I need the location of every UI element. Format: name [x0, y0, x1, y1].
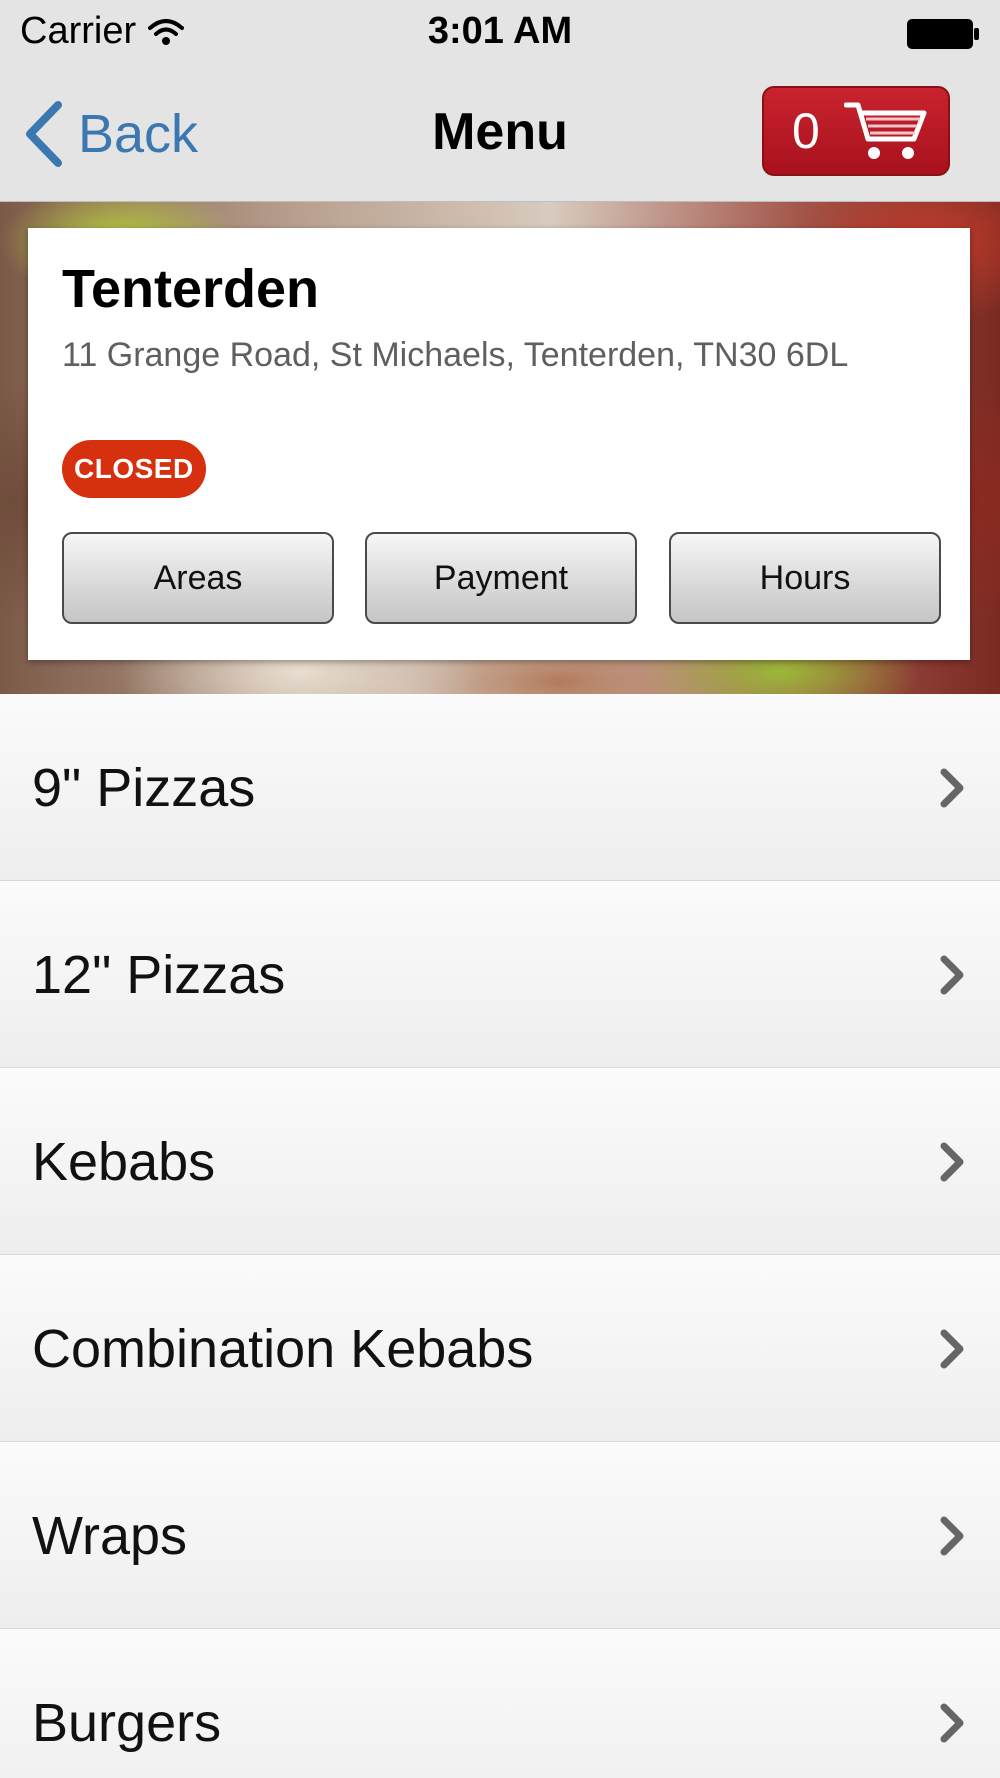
menu-item-label: Burgers	[32, 1692, 222, 1753]
back-button[interactable]: Back	[24, 96, 198, 172]
chevron-right-icon	[940, 1703, 964, 1743]
menu-item-9-pizzas[interactable]: 9" Pizzas	[0, 694, 1000, 881]
hours-button[interactable]: Hours	[669, 532, 941, 624]
status-time: 3:01 AM	[427, 10, 573, 52]
menu-item-12-pizzas[interactable]: 12" Pizzas	[0, 881, 1000, 1068]
menu-item-burgers[interactable]: Burgers	[0, 1629, 1000, 1778]
chevron-left-icon	[26, 101, 62, 167]
store-hero-image: Tenterden 11 Grange Road, St Michaels, T…	[0, 202, 1000, 694]
chevron-right-icon	[940, 1516, 964, 1556]
chevron-right-icon	[940, 955, 964, 995]
menu-item-wraps[interactable]: Wraps	[0, 1442, 1000, 1629]
store-info-card: Tenterden 11 Grange Road, St Michaels, T…	[28, 228, 970, 660]
menu-item-label: Kebabs	[32, 1131, 216, 1192]
battery-icon	[907, 19, 979, 49]
chevron-right-icon	[940, 1142, 964, 1182]
menu-item-kebabs[interactable]: Kebabs	[0, 1068, 1000, 1255]
menu-item-label: 9" Pizzas	[32, 757, 256, 818]
status-bar: Carrier 3:01 AM	[0, 0, 1000, 66]
menu-item-label: Wraps	[32, 1505, 188, 1566]
back-label: Back	[78, 104, 199, 164]
cart-button[interactable]: 0	[762, 86, 950, 176]
cart-icon	[843, 102, 927, 159]
menu-category-list: 9" Pizzas 12" Pizzas Kebabs Combination …	[0, 694, 1000, 1778]
menu-item-combination-kebabs[interactable]: Combination Kebabs	[0, 1255, 1000, 1442]
status-badge: CLOSED	[62, 440, 206, 498]
areas-button[interactable]: Areas	[62, 532, 334, 624]
navigation-bar: Back Menu 0	[0, 66, 1000, 202]
cart-count: 0	[792, 103, 820, 159]
store-address: 11 Grange Road, St Michaels, Tenterden, …	[62, 336, 849, 374]
chevron-right-icon	[940, 1329, 964, 1369]
payment-button[interactable]: Payment	[365, 532, 637, 624]
chevron-right-icon	[940, 768, 964, 808]
store-name: Tenterden	[62, 259, 320, 319]
menu-item-label: Combination Kebabs	[32, 1318, 534, 1379]
menu-item-label: 12" Pizzas	[32, 944, 286, 1005]
